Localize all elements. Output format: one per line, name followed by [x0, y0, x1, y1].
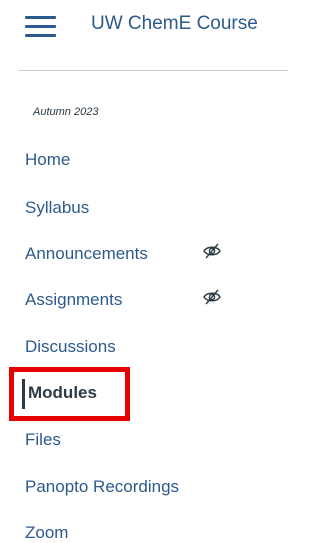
nav-item-syllabus[interactable]: Syllabus [25, 198, 89, 218]
nav-item-modules[interactable]: Modules [28, 383, 97, 403]
hamburger-line [25, 34, 56, 37]
course-title[interactable]: UW ChemE Course [91, 13, 258, 35]
highlight-box: Modules [9, 367, 130, 421]
nav-item-home[interactable]: Home [25, 150, 70, 170]
nav-item-announcements[interactable]: Announcements [25, 244, 148, 264]
course-header: UW ChemE Course [0, 0, 288, 52]
nav-item-assignments[interactable]: Assignments [25, 290, 122, 310]
eye-slash-icon [203, 243, 221, 259]
nav-item-files[interactable]: Files [25, 430, 61, 450]
header-divider [18, 70, 288, 71]
active-indicator [22, 379, 25, 409]
nav-item-panopto-recordings[interactable]: Panopto Recordings [25, 477, 179, 497]
term-label: Autumn 2023 [33, 106, 99, 118]
hamburger-line [25, 25, 56, 28]
hamburger-icon[interactable] [25, 14, 56, 38]
nav-item-zoom[interactable]: Zoom [25, 523, 68, 543]
nav-item-discussions[interactable]: Discussions [25, 337, 116, 357]
hamburger-line [25, 16, 56, 19]
eye-slash-icon [203, 289, 221, 305]
